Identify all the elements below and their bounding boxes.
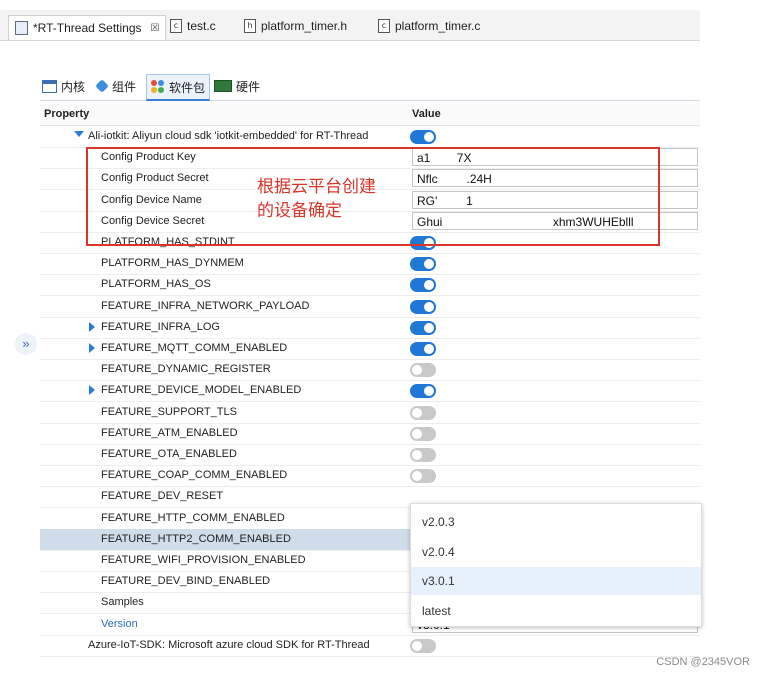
expand-arrow-icon[interactable]: [89, 321, 95, 332]
property-name: FEATURE_DEVICE_MODEL_ENABLED: [101, 384, 302, 397]
tab-label: *RT-Thread Settings: [33, 21, 142, 35]
settings-icon: [15, 21, 28, 35]
subtab-hardware[interactable]: 硬件: [214, 74, 260, 98]
property-name: FEATURE_DEV_BIND_ENABLED: [101, 575, 271, 588]
table-row[interactable]: FEATURE_OTA_ENABLED: [40, 444, 700, 466]
subtab-packages[interactable]: 软件包: [146, 74, 211, 101]
property-name: FEATURE_DYNAMIC_REGISTER: [101, 363, 271, 376]
hardware-icon: [214, 80, 232, 92]
h-file-icon: h: [244, 19, 256, 33]
toggle-switch[interactable]: [410, 469, 436, 484]
table-row[interactable]: Azure-IoT-SDK: Microsoft azure cloud SDK…: [40, 635, 700, 657]
property-name: Samples: [101, 596, 144, 609]
watermark: CSDN @2345VOR: [656, 656, 750, 668]
table-header: Property Value: [40, 104, 700, 126]
toggle-switch[interactable]: [410, 342, 436, 356]
subtab-label: 组件: [112, 79, 137, 94]
toggle-switch[interactable]: [410, 299, 436, 314]
subtab-label: 内核: [61, 79, 86, 94]
subtab-kernel[interactable]: 内核: [42, 74, 85, 98]
property-name: FEATURE_OTA_ENABLED: [101, 448, 237, 460]
property-name: FEATURE_SUPPORT_TLS: [101, 405, 237, 418]
dropdown-option[interactable]: v2.0.3: [411, 508, 701, 536]
dropdown-option[interactable]: v2.0.4: [411, 538, 701, 566]
property-name: Ali-iotkit: Aliyun cloud sdk 'iotkit-emb…: [88, 130, 369, 142]
expand-panel-icon[interactable]: »: [15, 333, 37, 355]
table-row[interactable]: FEATURE_MQTT_COMM_ENABLED: [40, 338, 700, 360]
property-name: FEATURE_COAP_COMM_ENABLED: [101, 469, 288, 482]
subtab-label: 硬件: [236, 79, 261, 94]
property-name: FEATURE_ATM_ENABLED: [101, 426, 238, 439]
table-row[interactable]: FEATURE_DYNAMIC_REGISTER: [40, 359, 700, 382]
component-icon: [95, 79, 109, 93]
toggle-switch[interactable]: [410, 405, 436, 420]
kernel-icon: [42, 79, 57, 93]
toggle-switch[interactable]: [410, 278, 436, 293]
c-file-icon: c: [378, 19, 390, 33]
tab-platform-timer-h[interactable]: h platform_timer.h: [244, 16, 347, 36]
property-name: FEATURE_HTTP_COMM_ENABLED: [101, 511, 285, 524]
property-name: FEATURE_INFRA_LOG: [101, 320, 220, 333]
table-row[interactable]: FEATURE_INFRA_LOG: [40, 317, 700, 339]
package-icon: [151, 80, 165, 94]
property-name: FEATURE_WIFI_PROVISION_ENABLED: [101, 554, 306, 566]
property-name: FEATURE_HTTP2_COMM_ENABLED: [101, 532, 291, 545]
subtab-components[interactable]: 组件: [95, 74, 137, 98]
settings-subtab-bar: 内核 组件 软件包 硬件: [40, 70, 700, 101]
annotation-line: 根据云平台创建: [257, 177, 376, 197]
property-name: PLATFORM_HAS_OS: [101, 278, 211, 291]
property-name: PLATFORM_HAS_DYNMEM: [101, 257, 244, 270]
property-name: Version: [101, 617, 138, 630]
tab-label: platform_timer.h: [261, 19, 348, 33]
table-row[interactable]: PLATFORM_HAS_OS: [40, 274, 700, 297]
dropdown-option[interactable]: v3.0.1: [411, 567, 701, 595]
table-row[interactable]: FEATURE_ATM_ENABLED: [40, 423, 700, 445]
toggle-switch[interactable]: [410, 130, 436, 144]
annotation-line: 的设备确定: [257, 201, 342, 221]
version-dropdown[interactable]: v2.0.3 v2.0.4 v3.0.1 latest: [410, 503, 702, 627]
property-name: FEATURE_MQTT_COMM_ENABLED: [101, 342, 288, 354]
toggle-switch[interactable]: [410, 448, 436, 462]
table-row[interactable]: FEATURE_INFRA_NETWORK_PAYLOAD: [40, 296, 700, 318]
header-property: Property: [44, 108, 90, 120]
toggle-switch[interactable]: [410, 384, 436, 399]
editor-tab-bar: *RT-Thread Settings ☒ c test.c h platfor…: [0, 10, 700, 41]
toggle-switch[interactable]: [410, 638, 436, 653]
table-row[interactable]: FEATURE_COAP_COMM_ENABLED: [40, 465, 700, 488]
toggle-switch[interactable]: [410, 257, 436, 272]
property-name: FEATURE_INFRA_NETWORK_PAYLOAD: [101, 299, 310, 312]
annotation-text: 根据云平台创建 的设备确定: [257, 175, 376, 223]
expand-arrow-icon[interactable]: [89, 343, 95, 353]
toggle-switch[interactable]: [410, 320, 436, 335]
table-row[interactable]: FEATURE_DEVICE_MODEL_ENABLED: [40, 380, 700, 403]
subtab-label: 软件包: [169, 80, 206, 95]
close-icon[interactable]: ☒: [151, 23, 160, 34]
table-row[interactable]: PLATFORM_HAS_DYNMEM: [40, 253, 700, 276]
property-name: Azure-IoT-SDK: Microsoft azure cloud SDK…: [88, 638, 370, 651]
table-row[interactable]: FEATURE_SUPPORT_TLS: [40, 402, 700, 424]
expand-arrow-icon[interactable]: [89, 385, 95, 396]
tab-label: test.c: [187, 19, 216, 33]
tab-platform-timer-c[interactable]: c platform_timer.c: [378, 16, 480, 36]
header-value: Value: [412, 108, 441, 120]
tab-rt-thread-settings[interactable]: *RT-Thread Settings ☒: [8, 15, 167, 40]
table-row[interactable]: Ali-iotkit: Aliyun cloud sdk 'iotkit-emb…: [40, 126, 700, 148]
c-file-icon: c: [170, 19, 182, 33]
toggle-switch[interactable]: [410, 426, 436, 441]
toggle-switch[interactable]: [410, 363, 436, 378]
property-name: FEATURE_DEV_RESET: [101, 490, 224, 503]
dropdown-option[interactable]: latest: [411, 597, 701, 625]
tab-label: platform_timer.c: [395, 19, 481, 33]
tab-test-c[interactable]: c test.c: [170, 16, 216, 36]
collapse-arrow-icon[interactable]: [74, 131, 84, 137]
